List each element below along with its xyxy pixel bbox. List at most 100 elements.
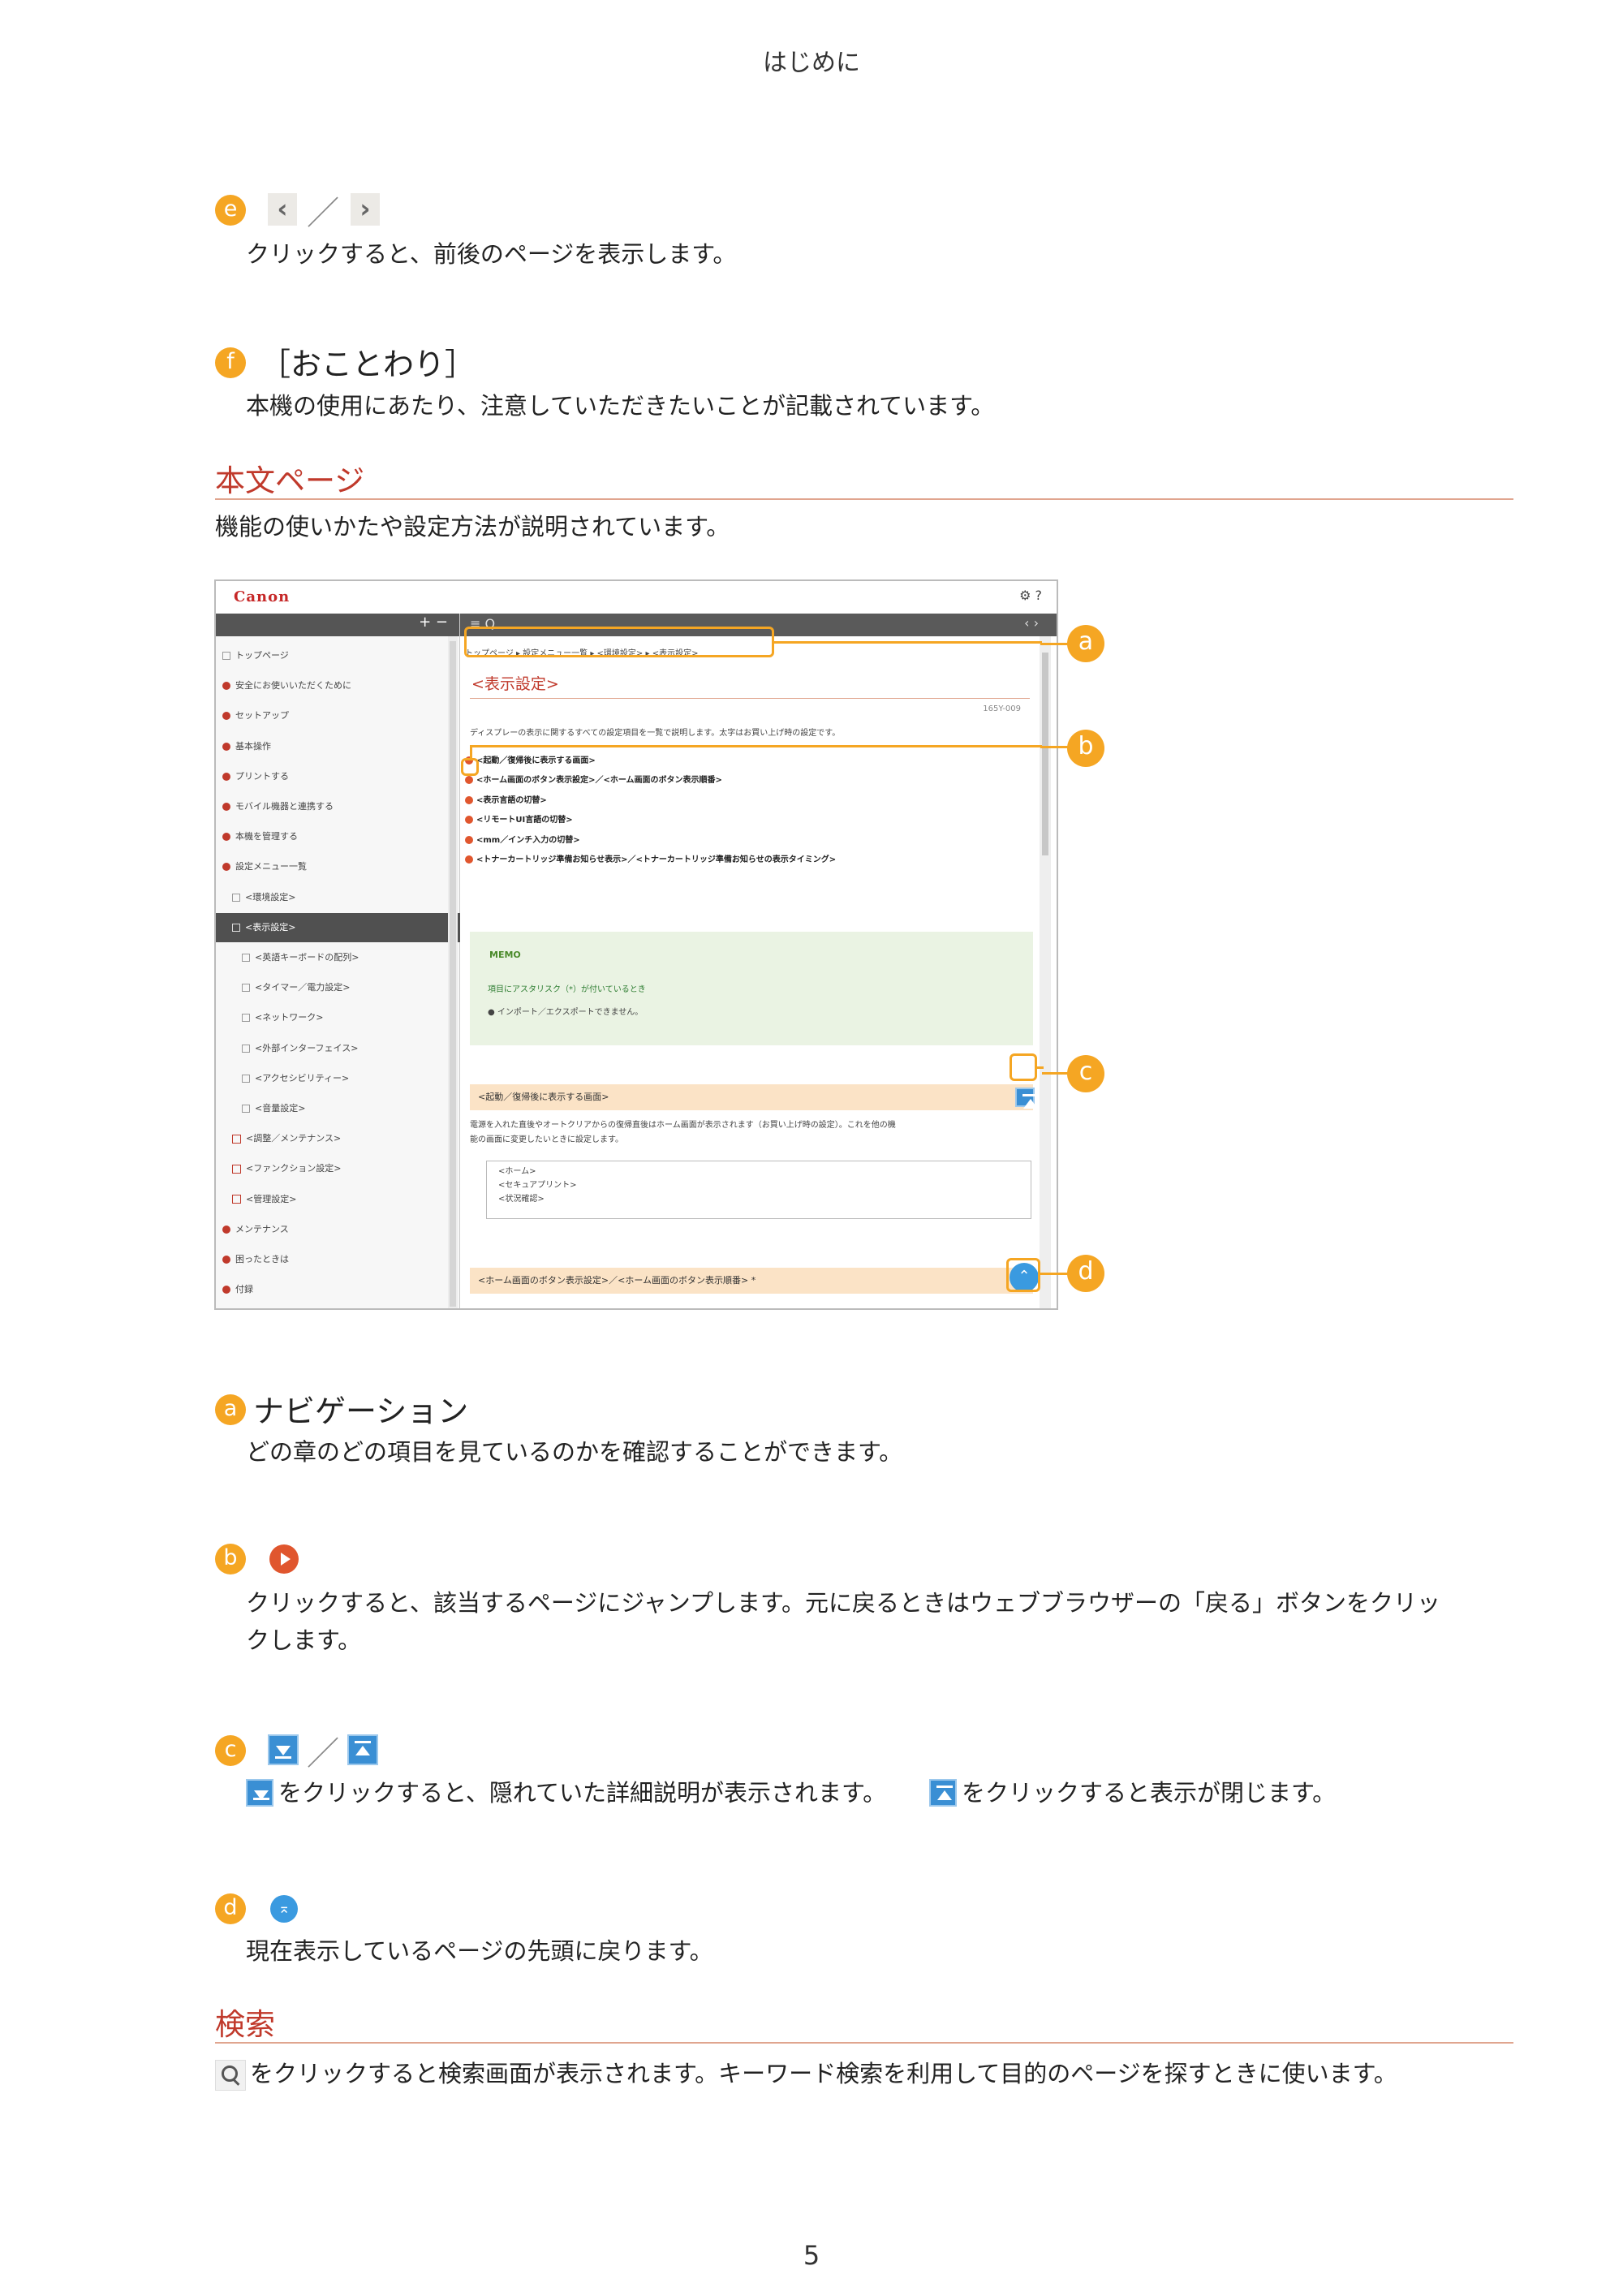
screenshot-sidebar-item: <タイマー／電力設定> — [216, 973, 474, 1002]
link-icon — [465, 816, 473, 825]
sidebar-item-label: プリントする — [235, 770, 289, 782]
callout-c-highlight — [1010, 1053, 1037, 1081]
sidebar-item-label: 付録 — [235, 1284, 253, 1295]
screenshot-sidebar-item: <管理設定> — [216, 1185, 464, 1214]
page-icon — [242, 1074, 250, 1083]
screenshot-sidebar-item: <環境設定> — [216, 883, 464, 912]
item-a-description: どの章のどの項目を見ているのかを確認することができます。 — [246, 1438, 903, 1466]
collapse-icon — [929, 1779, 957, 1807]
section-heading-search: 検索 — [215, 2007, 275, 2042]
sidebar-item-label: モバイル機器と連携する — [235, 801, 334, 812]
sidebar-item-label: 安全にお使いいただくために — [235, 680, 351, 691]
screenshot-memo-box: MEMO 項目にアスタリスク（*）が付いているとき ● インポート／エクスポート… — [470, 932, 1033, 1045]
option-line: <ホーム> — [498, 1167, 536, 1176]
sidebar-item-label: <タイマー／電力設定> — [255, 982, 351, 993]
page-icon — [232, 893, 240, 902]
chapter-icon — [222, 1286, 230, 1294]
item-a-title: ナビゲーション — [253, 1394, 469, 1429]
callout-badge-b: b — [1067, 730, 1104, 767]
sidebar-scrollbar — [448, 636, 458, 1308]
item-b-description-2: クします。 — [246, 1626, 362, 1654]
search-icon — [215, 2060, 246, 2091]
collapse-icon — [1015, 1088, 1039, 1109]
screenshot-sidebar-item: <英語キーボードの配列> — [216, 943, 474, 972]
callout-a-highlight — [464, 627, 774, 657]
jump-link-icon — [269, 1544, 299, 1574]
screenshot-link-item: <mm／インチ入力の切替> — [465, 833, 580, 845]
chapter-icon — [222, 1256, 230, 1264]
link-label: <リモートUI言語の切替> — [476, 816, 573, 825]
section-search-description: をクリックすると検索画面が表示されます。キーワード検索を利用して目的のページを探… — [250, 2060, 1397, 2087]
callout-badge-d: d — [1067, 1255, 1104, 1292]
next-arrow-icon: › — [351, 193, 380, 226]
link-label: <起動／復帰後に表示する画面> — [476, 756, 596, 765]
expand-icon — [246, 1779, 273, 1807]
screenshot-description: ディスプレーの表示に関するすべての設定項目を一覧で説明します。太字はお買い上げ時… — [470, 729, 841, 738]
chapter-icon — [222, 803, 230, 811]
sidebar-item-label: セットアップ — [235, 710, 289, 722]
memo-line-1: 項目にアスタリスク（*）が付いているとき — [488, 985, 646, 994]
item-c-description-2: をクリックすると表示が閉じます。 — [962, 1779, 1337, 1807]
link-label: <表示言語の切替> — [476, 795, 547, 805]
chapter-icon — [222, 772, 230, 781]
section-rule — [215, 2042, 1513, 2044]
callout-c-connector — [1042, 1072, 1068, 1075]
screenshot-section-band-2: <ホーム画面のボタン表示設定>／<ホーム画面のボタン表示順番> * — [470, 1268, 1033, 1294]
chapter-icon — [222, 1225, 230, 1234]
chapter-icon — [222, 742, 230, 751]
link-icon — [465, 835, 473, 844]
separator: ／ — [307, 1735, 339, 1773]
expand-node-icon — [232, 1195, 241, 1204]
link-label: <トナーカートリッジ準備お知らせ表示>／<トナーカートリッジ準備お知らせの表示タ… — [476, 855, 837, 864]
screenshot-page-title: <表示設定> — [471, 675, 559, 693]
screenshot-sidebar-item: トップページ — [216, 641, 454, 670]
content-scrollbar — [1040, 636, 1051, 1308]
screenshot-sidebar: + − トップページ安全にお使いいただくために セットアップ基本操作プリントするモ… — [216, 614, 464, 1308]
screenshot-sidebar-item: <調整／メンテナンス> — [216, 1124, 464, 1153]
screenshot-sidebar-item: <アクセシビリティー> — [216, 1064, 474, 1093]
callout-badge-c: c — [1067, 1055, 1104, 1092]
sidebar-item-label: <環境設定> — [245, 891, 296, 902]
sidebar-item-label: <外部インターフェイス> — [255, 1042, 359, 1053]
callout-c-line — [1037, 1066, 1044, 1069]
link-label: <mm／インチ入力の切替> — [476, 835, 580, 845]
callout-badge-a: a — [1067, 625, 1104, 662]
sidebar-item-label: 本機を管理する — [235, 831, 298, 842]
expand-node-icon — [232, 1134, 241, 1144]
separator: ／ — [307, 195, 339, 232]
badge-e: e — [215, 195, 246, 226]
page-icon — [242, 1044, 250, 1053]
badge-b: b — [215, 1544, 246, 1574]
page-icon — [242, 984, 250, 993]
callout-a-connector — [1040, 643, 1068, 645]
section-heading-body-page: 本文ページ — [215, 463, 365, 498]
memo-line-2: ● インポート／エクスポートできません。 — [488, 1008, 644, 1017]
screenshot-section-band-1: <起動／復帰後に表示する画面> — [470, 1084, 1033, 1110]
sidebar-item-label: トップページ — [235, 650, 289, 661]
band-1-text-1: 電源を入れた直後やオートクリアからの復帰直後はホーム画面が表示されます（お買い上… — [470, 1121, 896, 1130]
chapter-icon — [222, 712, 230, 721]
option-line: <セキュアプリント> — [498, 1181, 577, 1190]
screenshot-title-rule — [470, 698, 1030, 699]
item-f-title: ［おことわり］ — [260, 347, 476, 382]
item-d-description: 現在表示しているページの先頭に戻ります。 — [246, 1937, 713, 1965]
manual-screenshot: Canon ⚙ ? + − トップページ 安全にお使いいただくために セットアップ基… — [214, 579, 1058, 1310]
sidebar-expand-collapse: + − — [216, 614, 459, 636]
link-icon — [465, 776, 473, 785]
settings-help-icons: ⚙ ? — [1019, 588, 1042, 603]
screenshot-sidebar-item: モバイル機器と連携する — [216, 792, 454, 821]
sidebar-item-label: <ネットワーク> — [255, 1012, 324, 1023]
page-number: 5 — [803, 2240, 820, 2271]
screenshot-sidebar-item: <ファンクション設定> — [216, 1154, 464, 1183]
sidebar-item-label: メンテナンス — [235, 1223, 289, 1234]
sidebar-item-label: <音量設定> — [255, 1103, 306, 1114]
screenshot-sidebar-item: プリントする — [216, 762, 454, 791]
screenshot-sidebar-item: 基本操作 — [216, 732, 454, 761]
sidebar-item-label: <ファンクション設定> — [246, 1163, 342, 1174]
running-header: はじめに — [763, 49, 860, 77]
screenshot-link-item: <起動／復帰後に表示する画面> — [465, 753, 596, 765]
page-icon — [232, 923, 240, 932]
screenshot-sidebar-item: <外部インターフェイス> — [216, 1034, 474, 1063]
link-icon — [465, 795, 473, 804]
chapter-icon — [222, 682, 230, 691]
